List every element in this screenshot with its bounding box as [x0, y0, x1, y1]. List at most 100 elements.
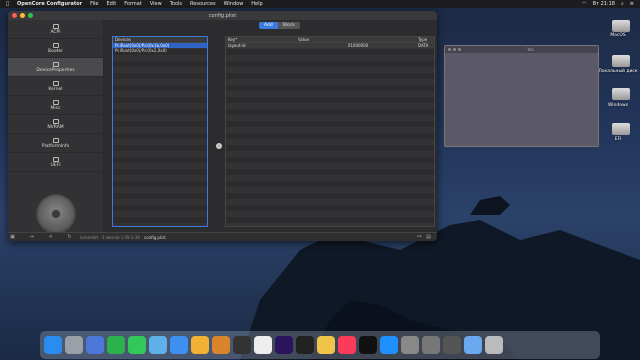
dock-preview-icon[interactable] — [86, 336, 104, 354]
dock-terminal-icon[interactable] — [296, 336, 314, 354]
apple-icon[interactable]:  — [6, 1, 9, 7]
sidebar-item-uefi[interactable]: UEFI — [8, 153, 103, 172]
chevron-right-icon[interactable]: › — [216, 143, 222, 149]
add-block-segment: Add Block — [259, 22, 300, 29]
dock-appletv-icon[interactable] — [359, 336, 377, 354]
share-icon[interactable]: ⋖ — [46, 234, 55, 240]
segment-add[interactable]: Add — [259, 22, 278, 29]
segment-block[interactable]: Block — [277, 22, 300, 29]
sidebar-toggle-icon[interactable]: ▤ — [424, 234, 433, 240]
wifi-icon[interactable]: ◠ — [582, 1, 586, 7]
dock-notes-icon[interactable] — [317, 336, 335, 354]
dock-music2-icon[interactable] — [338, 336, 356, 354]
column-value[interactable]: Value — [298, 37, 418, 42]
desktop-icon-label: Windows — [607, 103, 629, 108]
drive-icon[interactable] — [612, 123, 630, 135]
sidebar-item-nvram[interactable]: NVRAM — [8, 115, 103, 134]
menu-view[interactable]: View — [150, 1, 162, 7]
sidebar-item-label: NVRAM — [47, 124, 64, 130]
sidebar-item-label: UEFI — [50, 162, 61, 168]
dock-settings-icon[interactable] — [401, 336, 419, 354]
refresh-icon[interactable]: ↻ — [65, 234, 74, 240]
sidebar-item-label: Kernel — [48, 86, 63, 92]
sidebar-item-platforminfo[interactable]: PlatformInfo — [8, 134, 103, 153]
section-icon — [52, 156, 59, 162]
drive-icon[interactable] — [612, 20, 630, 32]
drive-icon[interactable] — [612, 55, 630, 67]
desktop-icon-label: Локальный диск — [598, 69, 638, 74]
dock-maps-icon[interactable] — [149, 336, 167, 354]
sidebar: ACPI Booter DeviceProperties Kernel Misc… — [8, 20, 103, 234]
dock-premiere-icon[interactable] — [275, 336, 293, 354]
menu-format[interactable]: Format — [124, 1, 142, 7]
section-icon — [52, 23, 59, 29]
dock-mail-icon[interactable] — [170, 336, 188, 354]
properties-table: Key* Value Type layout-id 01000000 DATA — [225, 36, 435, 227]
status-path: lamerdet · 3 Iwlsnia 1.IW 3:36 — [80, 234, 140, 240]
disk-icon — [36, 194, 76, 234]
dock-books-icon[interactable] — [212, 336, 230, 354]
menu-edit[interactable]: Edit — [107, 1, 117, 7]
menu-window[interactable]: Window — [224, 1, 244, 7]
section-icon — [52, 42, 59, 48]
content-area: Add Block Devices PciRoot(0x0)/Pci(0x1b,… — [105, 20, 437, 232]
main-window: config.plist ACPI Booter DevicePropertie… — [8, 11, 437, 241]
desktop-icon-label: EFI — [614, 137, 622, 142]
property-row[interactable]: layout-id 01000000 DATA — [226, 43, 434, 48]
floating-panel[interactable]: Yos — [444, 45, 599, 147]
dock-messages-icon[interactable] — [128, 336, 146, 354]
status-bar: ▣ ⇥ ⋖ ↻ lamerdet · 3 Iwlsnia 1.IW 3:36 c… — [8, 232, 437, 241]
sidebar-item-kernel[interactable]: Kernel — [8, 77, 103, 96]
drive-icon[interactable] — [612, 88, 630, 100]
title-bar: config.plist — [8, 11, 437, 20]
menu-tools[interactable]: Tools — [170, 1, 182, 7]
dock-files-icon[interactable] — [464, 336, 482, 354]
section-icon — [52, 137, 59, 143]
section-icon — [52, 61, 59, 67]
link-icon[interactable]: ⚯ — [415, 234, 424, 240]
panel-title: Yos — [527, 47, 534, 52]
menu-resources[interactable]: Resources — [190, 1, 216, 7]
export-icon[interactable]: ⇥ — [27, 234, 36, 240]
property-key[interactable]: layout-id — [228, 43, 298, 48]
dock-music-icon[interactable] — [233, 336, 251, 354]
sidebar-item-booter[interactable]: Booter — [8, 39, 103, 58]
dock-photos-icon[interactable] — [191, 336, 209, 354]
devices-table: Devices PciRoot(0x0)/Pci(0x1b,0x0) PciRo… — [112, 36, 208, 227]
dock-facetime-icon[interactable] — [107, 336, 125, 354]
dock-diskutility-icon[interactable] — [422, 336, 440, 354]
sidebar-item-misc[interactable]: Misc — [8, 96, 103, 115]
sidebar-item-acpi[interactable]: ACPI — [8, 20, 103, 39]
sidebar-item-label: ACPI — [50, 29, 61, 35]
section-icon — [52, 99, 59, 105]
menu-app-name[interactable]: OpenCore Configurator — [17, 1, 82, 7]
device-row[interactable]: PciRoot(0x0)/Pci(0x2,0x0) — [113, 48, 207, 53]
sidebar-item-label: Booter — [48, 48, 63, 54]
column-key[interactable]: Key* — [228, 37, 298, 42]
dock — [40, 331, 600, 359]
status-file: config.plist — [143, 234, 166, 240]
clock[interactable]: Вт 21:18 — [593, 1, 615, 7]
control-center-icon[interactable]: ≡ — [630, 1, 634, 7]
search-icon[interactable]: ⌕ — [621, 1, 624, 7]
property-type[interactable]: DATA — [418, 43, 437, 48]
dock-launchpad-icon[interactable] — [65, 336, 83, 354]
sidebar-item-label: Misc — [50, 105, 61, 111]
menu-bar:  OpenCore Configurator File Edit Format… — [0, 0, 640, 8]
sidebar-item-deviceproperties[interactable]: DeviceProperties — [8, 58, 103, 77]
panel-title-bar: Yos — [445, 46, 598, 53]
dock-trash-icon[interactable] — [485, 336, 503, 354]
dock-calendar-icon[interactable] — [254, 336, 272, 354]
sidebar-item-label: PlatformInfo — [41, 143, 70, 149]
dock-finder-icon[interactable] — [44, 336, 62, 354]
section-icon — [52, 118, 59, 124]
dock-activity-icon[interactable] — [443, 336, 461, 354]
sidebar-item-label: DeviceProperties — [36, 67, 75, 73]
menu-help[interactable]: Help — [251, 1, 262, 7]
dock-appstore-icon[interactable] — [380, 336, 398, 354]
menu-file[interactable]: File — [90, 1, 98, 7]
property-value[interactable]: 01000000 — [298, 43, 418, 48]
save-icon[interactable]: ▣ — [8, 234, 17, 240]
column-type[interactable]: Type — [418, 37, 437, 42]
window-title: config.plist — [208, 13, 237, 19]
